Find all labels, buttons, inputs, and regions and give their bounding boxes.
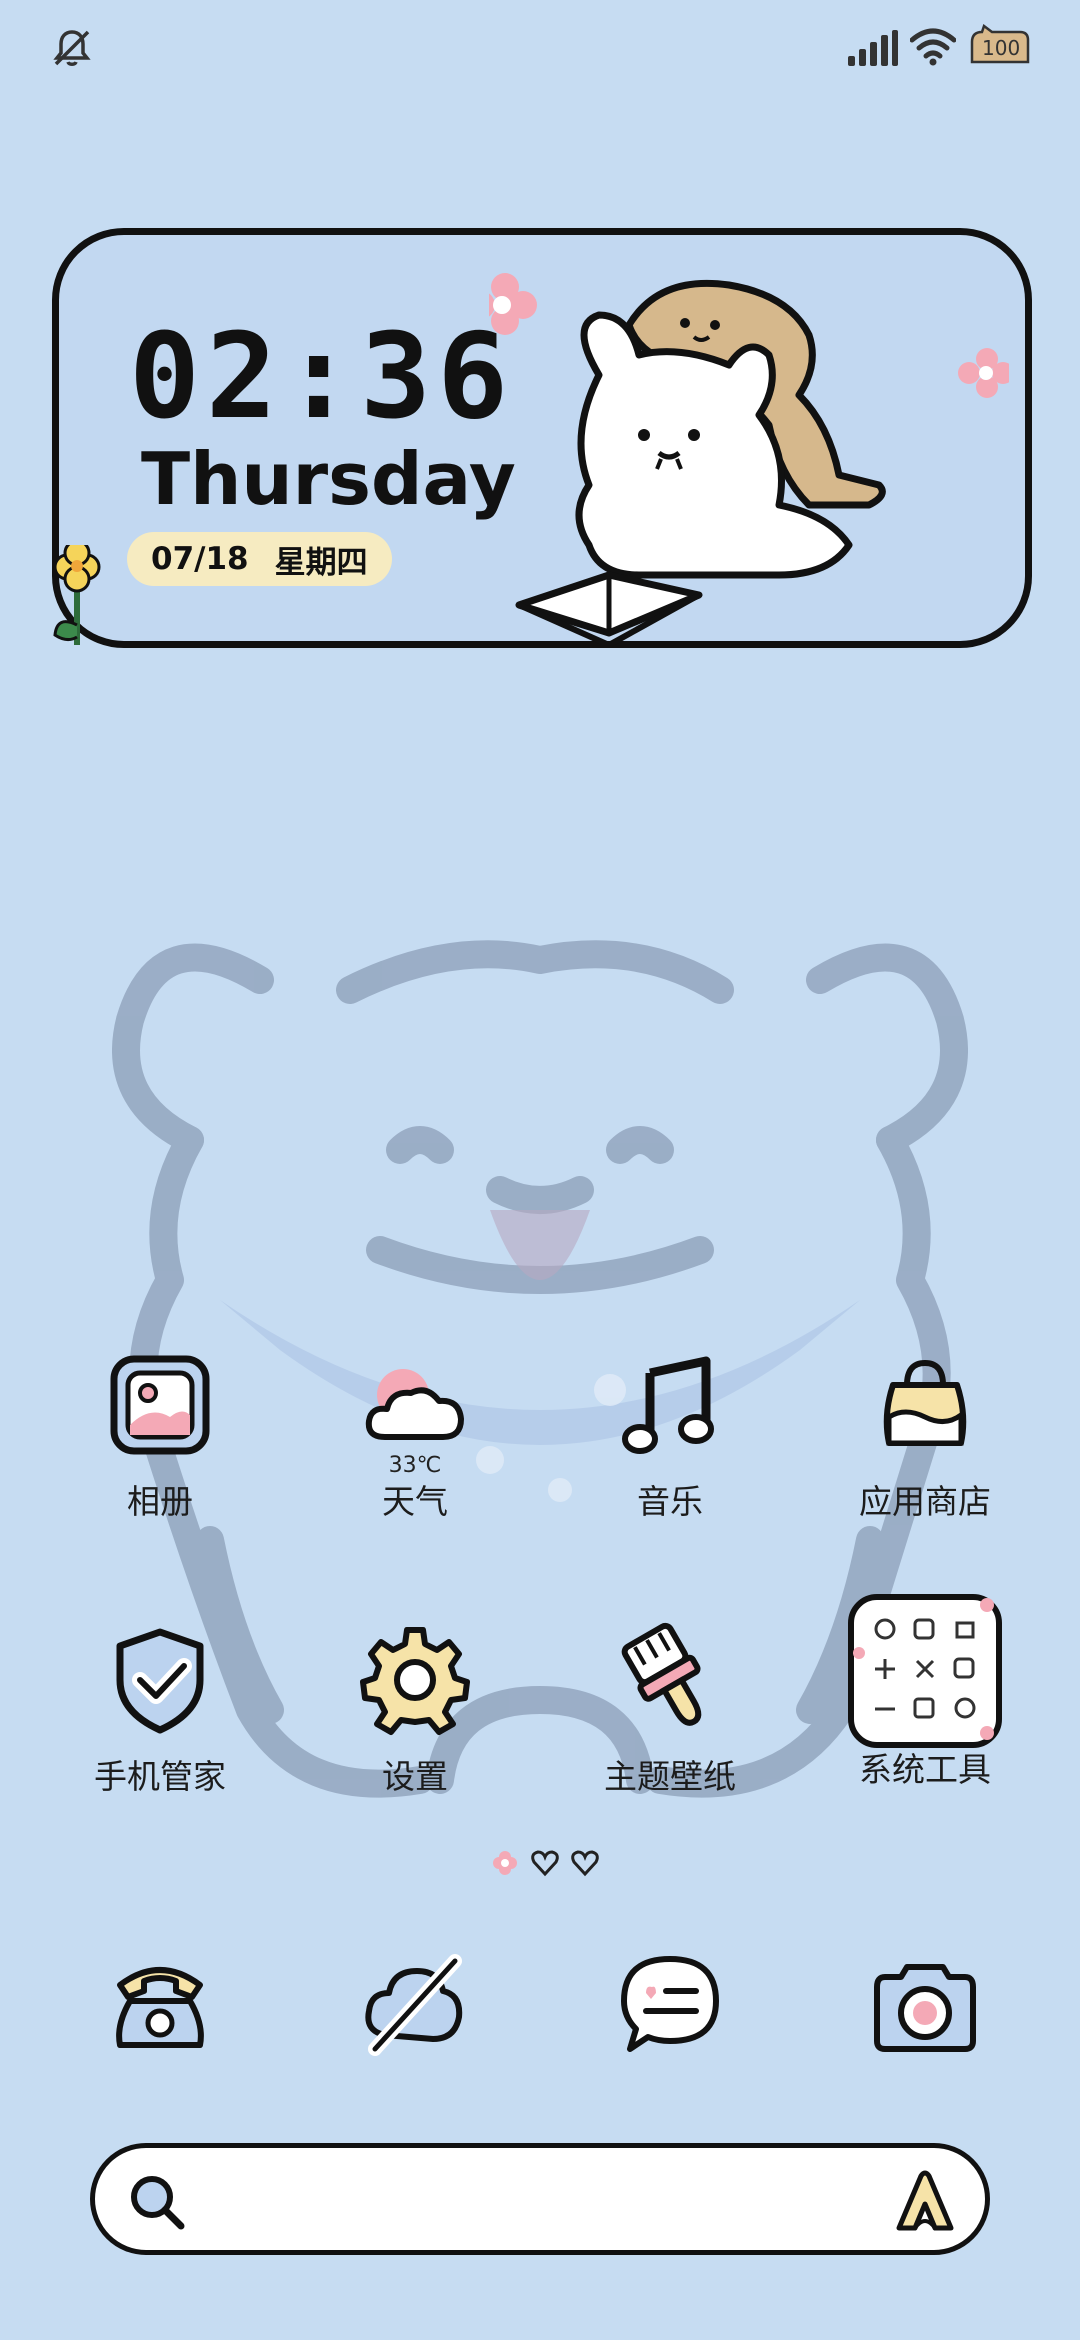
clock-time: 02:36 (129, 307, 515, 445)
assistant-icon[interactable] (891, 2168, 959, 2236)
app-store[interactable]: 应用商店 (825, 1345, 1025, 1523)
status-bar: 100 (0, 0, 1080, 100)
bell-muted-icon (53, 30, 91, 66)
weather-cloud-icon (355, 1345, 475, 1465)
camera-icon (865, 1945, 985, 2065)
date-text: 07/18 (151, 541, 249, 577)
music-note-icon (610, 1345, 730, 1465)
folder-icon (847, 1593, 1003, 1749)
dog-reading-illustration (489, 273, 1009, 645)
weather-temperature: 33℃ (388, 1453, 442, 1478)
app-phone-manager[interactable]: 手机管家 (60, 1620, 260, 1798)
app-label: 系统工具 (859, 1750, 991, 1789)
app-system-tools-folder[interactable]: 系统工具 (825, 1593, 1025, 1791)
paintbrush-icon (610, 1620, 730, 1740)
app-label: 天气 (382, 1482, 448, 1521)
dock-camera[interactable] (825, 1945, 1025, 2065)
app-themes[interactable]: 主题壁纸 (570, 1620, 770, 1798)
battery-level: 100 (982, 36, 1021, 60)
app-music[interactable]: 音乐 (570, 1345, 770, 1523)
phone-icon (100, 1945, 220, 2065)
gear-icon (355, 1620, 475, 1740)
app-label: 手机管家 (94, 1757, 226, 1796)
dock-phone[interactable] (60, 1945, 260, 2065)
page-dot-heart (571, 1850, 599, 1877)
message-bubble-icon (610, 1945, 730, 2065)
app-weather[interactable]: 33℃ 天气 (315, 1345, 515, 1523)
clock-weekday: Thursday (141, 437, 516, 521)
battery-icon: 100 (966, 24, 1032, 66)
shopping-bag-icon (865, 1345, 985, 1465)
yellow-flower-decoration (53, 545, 101, 645)
dock-browser[interactable] (315, 1945, 515, 2065)
dock-messages[interactable] (570, 1945, 770, 2065)
page-dot-heart (531, 1850, 559, 1877)
wifi-icon (910, 28, 956, 66)
app-gallery[interactable]: 相册 (60, 1345, 260, 1523)
signal-bars-icon (848, 30, 898, 66)
page-dot-current (493, 1851, 517, 1875)
app-label: 主题壁纸 (604, 1757, 736, 1796)
search-icon (131, 2176, 185, 2230)
app-label: 音乐 (637, 1482, 703, 1521)
browser-planet-icon (355, 1945, 475, 2065)
photo-album-icon (100, 1345, 220, 1465)
page-indicator[interactable] (490, 1848, 600, 1878)
shield-check-icon (100, 1620, 220, 1740)
weekday-cn-text: 星期四 (274, 544, 368, 581)
clock-widget[interactable]: 02:36 Thursday 07/18 星期四 (52, 228, 1032, 648)
search-bar[interactable] (90, 2143, 990, 2255)
app-label: 应用商店 (859, 1482, 991, 1521)
date-pill: 07/18 星期四 (127, 532, 392, 586)
app-label: 设置 (382, 1757, 448, 1796)
app-label: 相册 (127, 1482, 193, 1521)
app-settings[interactable]: 设置 (315, 1620, 515, 1798)
